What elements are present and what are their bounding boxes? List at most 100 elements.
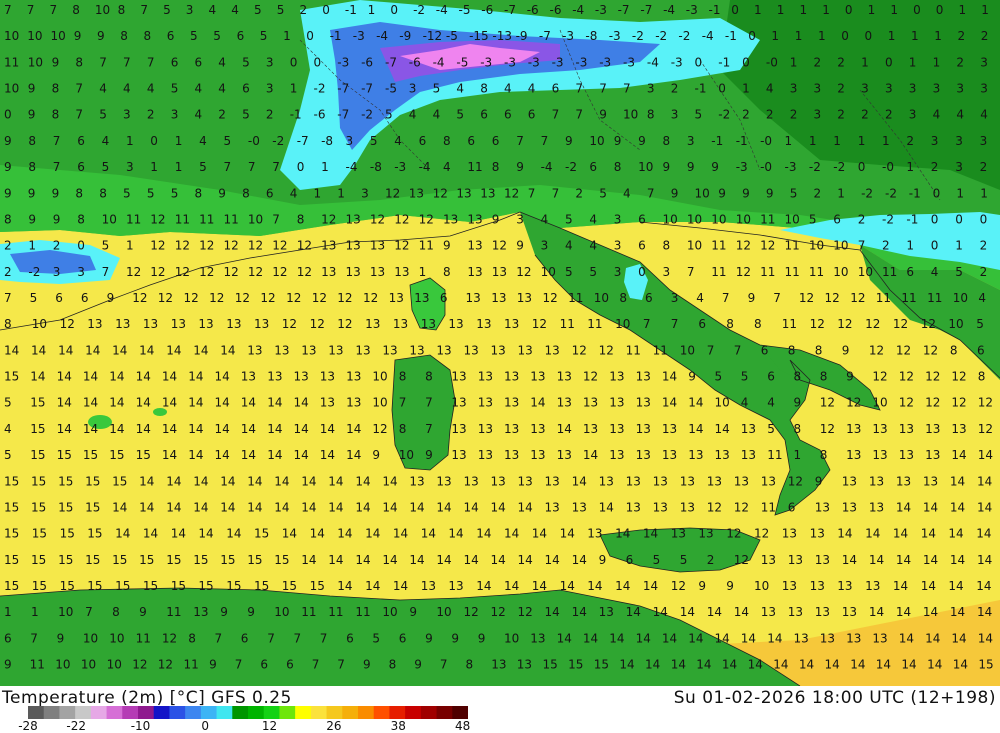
grid-value: -3 [562,29,574,43]
grid-value: 12 [372,422,387,436]
grid-value: 14 [328,501,343,515]
grid-value: 9 [97,29,105,43]
grid-value: 8 [614,160,622,174]
grid-value: -1 [709,3,721,17]
grid-value: 13 [491,474,506,488]
grid-value: 0 [980,213,988,227]
grid-value: 15 [32,579,47,593]
grid-value: -0 [248,134,260,148]
grid-value: 14 [643,527,658,541]
grid-value: 13 [846,448,861,462]
grid-value: 7 [224,160,232,174]
grid-value: 6 [399,631,407,645]
grid-value: 7 [599,82,607,96]
grid-value: 14 [950,501,965,515]
grid-value: 10 [95,3,110,17]
grid-value: 11 [761,501,776,515]
grid-value: 3 [931,134,939,148]
grid-value: 13 [370,265,385,279]
grid-value: 1 [956,186,964,200]
grid-value: 0 [390,3,398,17]
grid-value: 13 [583,422,598,436]
grid-value: 0 [845,3,853,17]
grid-value: -3 [528,55,540,69]
grid-value: 12 [132,658,147,672]
grid-value: 5 [589,265,597,279]
grid-value: 15 [31,553,46,567]
grid-value: 3 [541,239,549,253]
grid-value: 7 [123,55,131,69]
grid-value: 6 [467,134,475,148]
grid-value: 9 [4,134,12,148]
grid-value: 1 [858,134,866,148]
grid-value: 15 [83,448,98,462]
grid-value: 14 [220,343,235,357]
grid-value: 15 [282,579,297,593]
grid-value: 14 [557,631,572,645]
grid-value: 13 [609,396,624,410]
grid-value: 1 [809,134,817,148]
grid-value: 4 [978,291,986,305]
grid-value: 14 [950,605,965,619]
grid-value: 9 [218,186,226,200]
grid-value: 11 [560,317,575,331]
grid-value: 9 [52,55,60,69]
grid-value: 11 [653,343,668,357]
grid-value: 11 [199,213,214,227]
grid-value: 13 [923,474,938,488]
grid-value: 9 [599,553,607,567]
grid-value: 13 [467,213,482,227]
grid-value: 6 [492,134,500,148]
grid-value: 5 [260,29,268,43]
grid-value: 12 [734,553,749,567]
grid-value: 10 [32,317,47,331]
grid-value: -4 [702,29,714,43]
grid-value: 9 [748,291,756,305]
grid-value: 12 [726,527,741,541]
grid-value: 6 [242,82,250,96]
grid-value: 14 [583,631,598,645]
grid-value: 13 [636,396,651,410]
grid-value: 8 [195,186,203,200]
color-scale-swatch [420,706,438,719]
grid-value: 7 [399,396,407,410]
grid-value: 13 [951,422,966,436]
grid-value: -3 [337,55,349,69]
grid-value: 14 [294,396,309,410]
grid-value: 14 [896,605,911,619]
grid-value: 13 [394,265,409,279]
grid-value: -1 [906,213,918,227]
grid-value: 5 [653,553,661,567]
grid-value: 6 [767,370,775,384]
grid-value: -6 [550,3,562,17]
grid-value: 15 [166,553,181,567]
grid-value: 14 [301,501,316,515]
grid-value: 14 [328,553,343,567]
grid-value: 6 [626,553,634,567]
grid-value: 13 [328,343,343,357]
grid-value: 7 [773,291,781,305]
color-scale-swatch [43,706,60,719]
grid-value: -3 [785,160,797,174]
grid-value: 8 [663,134,671,148]
color-scale-swatch [90,706,108,719]
grid-value: 3 [790,82,798,96]
grid-value: 13 [899,422,914,436]
grid-value: 5 [254,3,262,17]
grid-value: 9 [451,631,459,645]
grid-value: 6 [761,343,769,357]
grid-value: 12 [260,291,275,305]
grid-value: 5 [102,160,110,174]
grid-value: 14 [109,422,124,436]
grid-value: 2 [4,239,12,253]
grid-value: 7 [575,82,583,96]
grid-value: 5 [242,55,250,69]
grid-value: 14 [748,658,763,672]
grid-value: 14 [532,527,547,541]
grid-value: 14 [83,370,98,384]
grid-value: 13 [464,343,479,357]
grid-value: 5 [955,265,963,279]
color-scale-swatch [169,706,186,719]
grid-value: 13 [198,317,213,331]
grid-value: 0 [150,134,158,148]
